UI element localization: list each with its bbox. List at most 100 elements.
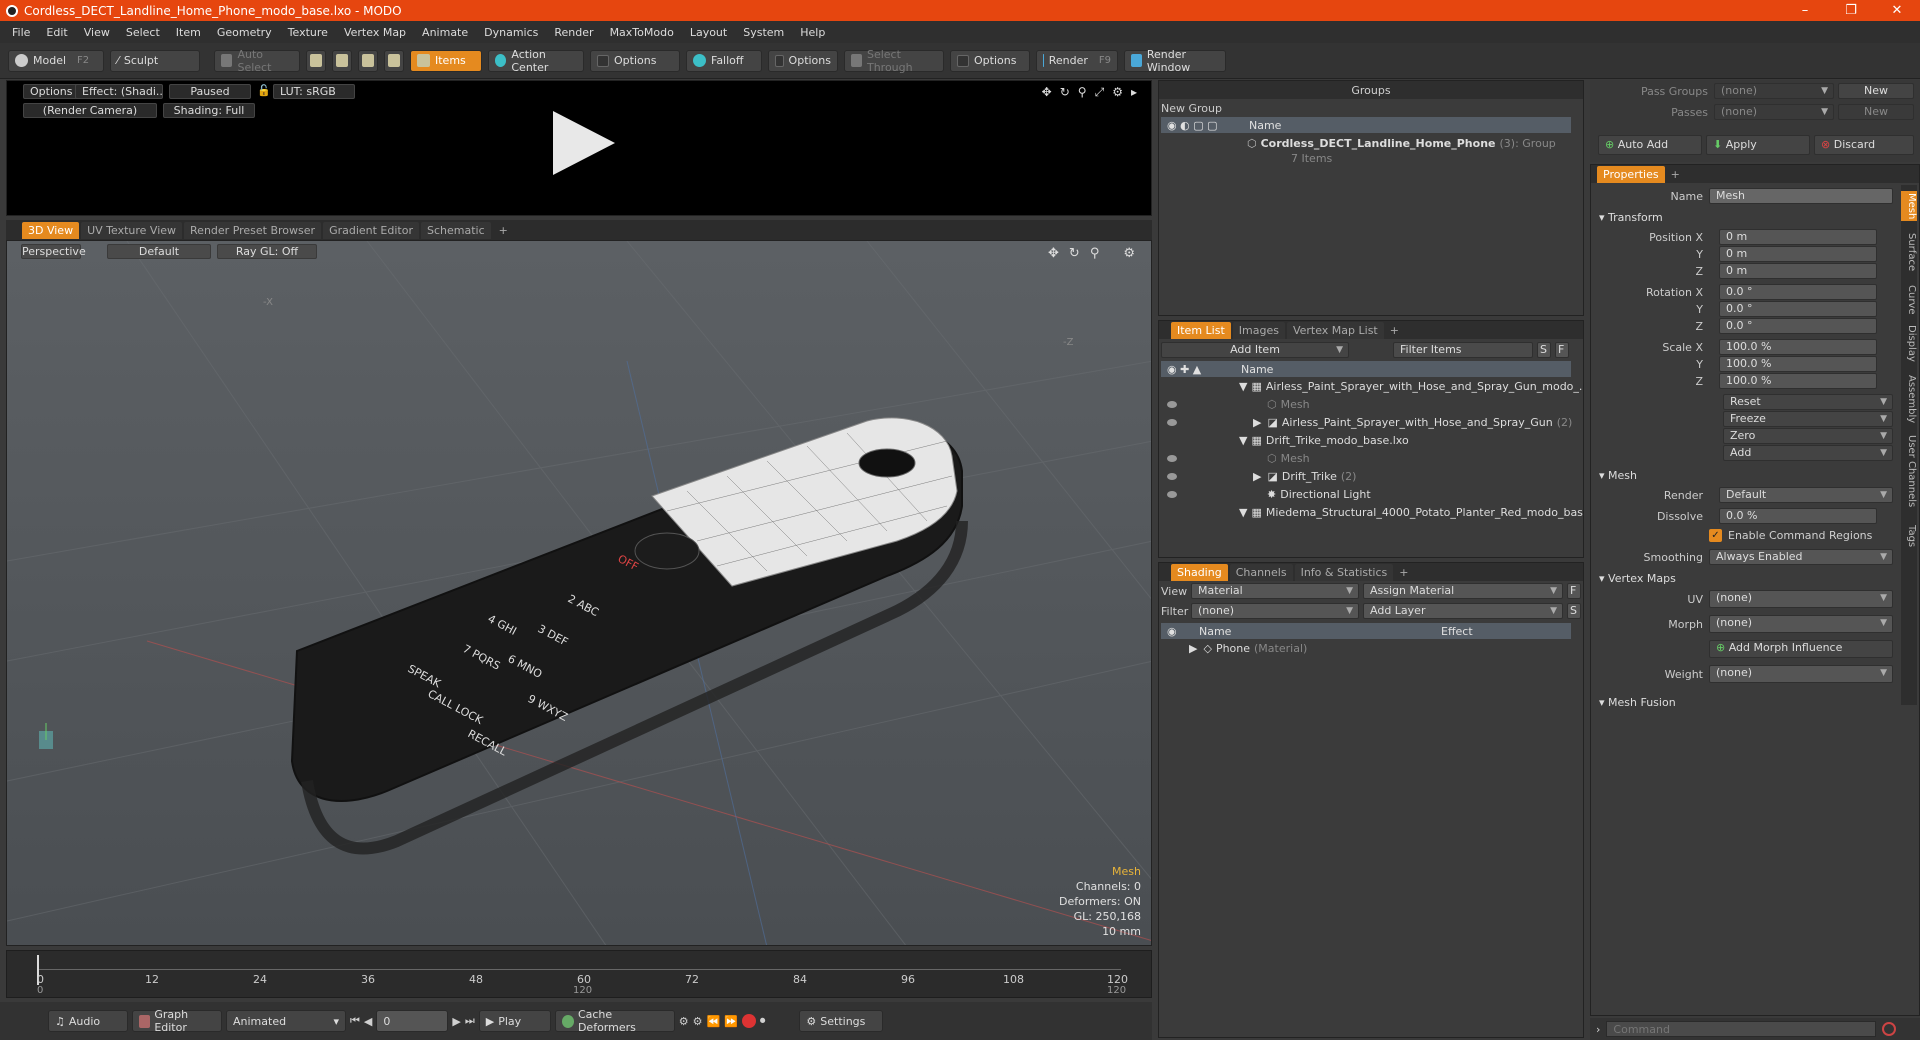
move-icon[interactable]: ✥ (1042, 85, 1052, 100)
list-item[interactable]: ▶ ◪ Drift_Trike (2) (1159, 467, 1583, 485)
list-item[interactable]: ▼ ▦ Drift_Trike_modo_base.lxo (1159, 431, 1583, 449)
group-row[interactable]: ⬡ Cordless_DECT_Landline_Home_Phone (3) … (1159, 135, 1583, 151)
tab-render-preset-browser[interactable]: Render Preset Browser (184, 221, 322, 239)
polygons-mode-button[interactable] (358, 49, 378, 72)
play-button[interactable]: ▶ Play (478, 1010, 551, 1032)
move-icon[interactable]: ✥ (1048, 246, 1059, 261)
falloff-options-button[interactable]: Options (768, 49, 838, 72)
tab-schematic[interactable]: Schematic (421, 221, 491, 239)
add-tab-icon[interactable]: + (1667, 168, 1684, 181)
mesh-fusion-section[interactable]: ▾ Mesh Fusion (1599, 696, 1676, 709)
new-pass-group-button[interactable]: New (1838, 83, 1914, 99)
add-dropdown[interactable]: Add ▼ (1723, 445, 1893, 461)
menu-maxtomodo[interactable]: MaxToModo (602, 26, 682, 39)
skip-start-icon[interactable]: ⏮ (350, 1014, 360, 1028)
fullscreen-icon[interactable]: ⤢ (1095, 85, 1105, 100)
preview-paused-button[interactable]: Paused (169, 84, 251, 99)
tab-info-statistics[interactable]: Info & Statistics (1294, 563, 1394, 581)
side-tab-surface[interactable]: Surface (1901, 233, 1917, 271)
mesh-section[interactable]: ▾ Mesh (1599, 469, 1637, 482)
3d-viewport[interactable]: SPEAK CALL LOCK RECALL 6 MNO 3 DEF 2 ABC… (6, 240, 1152, 946)
render-dropdown[interactable]: Default ▼ (1719, 487, 1893, 503)
enable-command-regions-checkbox[interactable]: ✓ Enable Command Regions (1709, 529, 1872, 542)
rotation-y-input[interactable]: 0.0 ° (1719, 301, 1877, 317)
tab-properties[interactable]: Properties (1597, 165, 1665, 183)
add-layer-dropdown[interactable]: Add Layer ▼ (1363, 603, 1563, 619)
f-button[interactable]: F (1555, 342, 1569, 358)
side-tab-user-channels[interactable]: User Channels (1901, 435, 1917, 507)
rotation-z-input[interactable]: 0.0 ° (1719, 318, 1877, 334)
zero-dropdown[interactable]: Zero ▼ (1723, 428, 1893, 444)
shading-style-dropdown[interactable]: Default (107, 244, 211, 259)
filter-items-input[interactable]: Filter Items (1393, 342, 1533, 358)
prev-key-icon[interactable]: ⏪ (707, 1015, 721, 1028)
model-mode-button[interactable]: Model F2 (8, 49, 104, 72)
cache-deformers-button[interactable]: Cache Deformers (554, 1008, 675, 1034)
skip-end-icon[interactable]: ⏭ (465, 1014, 475, 1028)
tab-3d-view[interactable]: 3D View (22, 221, 80, 239)
new-group-button[interactable]: New Group (1159, 99, 1583, 117)
render-button[interactable]: Render F9 (1036, 49, 1118, 72)
morph-dropdown[interactable]: (none) ▼ (1709, 615, 1893, 633)
smoothing-dropdown[interactable]: Always Enabled ▼ (1709, 549, 1893, 565)
timeline-ruler[interactable]: 0 12 24 36 48 60 72 84 96 108 120 0 120 … (37, 955, 1128, 996)
scale-y-input[interactable]: 100.0 % (1719, 356, 1877, 372)
maximize-button[interactable]: ❐ (1828, 0, 1874, 21)
rotate-icon[interactable]: ↻ (1060, 85, 1070, 100)
vertex-maps-section[interactable]: ▾ Vertex Maps (1599, 572, 1676, 585)
eye-icon[interactable] (1167, 418, 1177, 426)
gear-icon[interactable]: ⚙ (1123, 246, 1135, 261)
render-window-button[interactable]: Render Window (1124, 48, 1226, 74)
edges-mode-button[interactable] (332, 49, 352, 72)
materials-mode-button[interactable] (384, 49, 404, 72)
menu-animate[interactable]: Animate (414, 26, 476, 39)
discard-button[interactable]: ⊗ Discard (1814, 135, 1914, 155)
menu-view[interactable]: View (76, 26, 118, 39)
step-back-icon[interactable]: ◀ (364, 1015, 372, 1028)
s-button[interactable]: S (1567, 603, 1581, 619)
reset-dropdown[interactable]: Reset ▼ (1723, 394, 1893, 410)
side-tab-display[interactable]: Display (1901, 325, 1917, 362)
transform-section[interactable]: ▾ Transform (1599, 211, 1663, 224)
key-icon[interactable]: ⚙ (679, 1015, 689, 1028)
eye-icon[interactable] (1167, 454, 1177, 462)
f-button[interactable]: F (1567, 583, 1581, 599)
uv-dropdown[interactable]: (none) ▼ (1709, 590, 1893, 608)
tab-item-list[interactable]: Item List (1171, 321, 1231, 339)
vertices-mode-button[interactable] (306, 49, 326, 72)
auto-select-button[interactable]: Auto Select (214, 48, 300, 74)
items-mode-button[interactable]: Items (410, 49, 482, 72)
lock-icon[interactable]: 🔓 (257, 84, 271, 97)
rotate-icon[interactable]: ↻ (1069, 246, 1080, 261)
frame-input[interactable]: 0 (376, 1010, 449, 1032)
action-center-options-button[interactable]: Options (590, 49, 680, 72)
new-pass-button[interactable]: New (1838, 104, 1914, 120)
auto-key-icon[interactable]: ⏺ (760, 1014, 766, 1028)
apply-button[interactable]: ⬇ Apply (1706, 135, 1810, 155)
add-tab-icon[interactable]: + (493, 224, 514, 237)
add-item-dropdown[interactable]: Add Item ▼ (1161, 342, 1349, 358)
tab-images[interactable]: Images (1232, 321, 1285, 339)
rotation-x-input[interactable]: 0.0 ° (1719, 284, 1877, 300)
select-through-button[interactable]: Select Through (844, 48, 944, 74)
side-tab-assembly[interactable]: Assembly (1901, 375, 1917, 423)
zoom-icon[interactable]: ⚲ (1078, 85, 1087, 100)
arrow-right-icon[interactable]: ▸ (1131, 85, 1137, 100)
list-item[interactable]: ▶ ◪ Airless_Paint_Sprayer_with_Hose_and_Sp… (1159, 413, 1583, 431)
menu-geometry[interactable]: Geometry (209, 26, 280, 39)
animated-dropdown[interactable]: Animated ▾ (226, 1010, 346, 1032)
menu-texture[interactable]: Texture (280, 26, 336, 39)
menu-select[interactable]: Select (118, 26, 168, 39)
auto-add-button[interactable]: ⊕ Auto Add (1598, 135, 1702, 155)
list-item[interactable]: ⬡ Mesh (1159, 449, 1583, 467)
position-z-input[interactable]: 0 m (1719, 263, 1877, 279)
freeze-dropdown[interactable]: Freeze ▼ (1723, 411, 1893, 427)
raygl-dropdown[interactable]: Ray GL: Off (217, 244, 317, 259)
name-input[interactable]: Mesh (1709, 188, 1893, 204)
audio-button[interactable]: ♫ Audio (48, 1010, 128, 1032)
next-key-icon[interactable]: ⏩ (724, 1015, 738, 1028)
list-item[interactable]: ▼ ▦ Miedema_Structural_4000_Potato_Planter… (1159, 503, 1583, 521)
preview-effect-dropdown[interactable]: Effect: (Shadi... (75, 84, 163, 99)
scale-x-input[interactable]: 100.0 % (1719, 339, 1877, 355)
key-all-icon[interactable]: ⚙ (693, 1015, 703, 1028)
